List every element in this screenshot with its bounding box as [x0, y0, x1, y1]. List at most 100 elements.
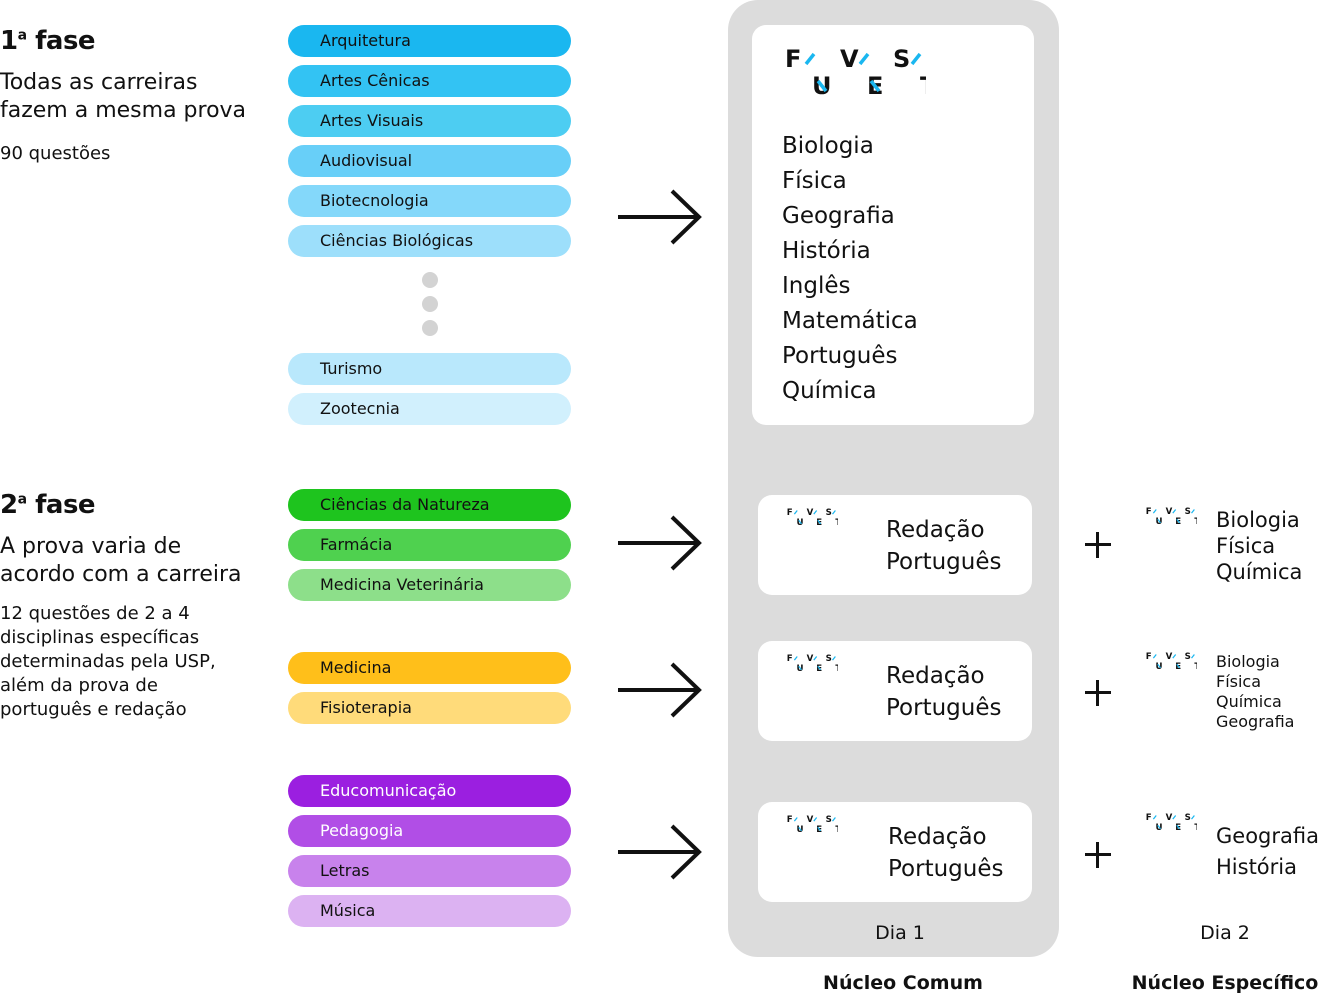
- day1-subjects: Redação Português: [888, 821, 1003, 885]
- career-pill: Ciências da Natureza: [288, 489, 571, 521]
- svg-text:S: S: [1185, 813, 1191, 823]
- subject-redacao: Redação: [886, 663, 985, 689]
- svg-text:F: F: [1146, 813, 1152, 823]
- fuvest-logo: FVSUET: [1137, 507, 1200, 529]
- day1-subjects: Redação Português: [886, 514, 1001, 578]
- subject-redacao: Redação: [886, 517, 985, 543]
- plus-icon: [1083, 840, 1113, 870]
- career-pill: Educomunicação: [288, 775, 571, 807]
- subject-item: Física: [1216, 534, 1276, 558]
- fuvest-logo: FVSUET: [761, 45, 937, 101]
- arrow-right-icon: [618, 189, 702, 245]
- svg-text:T: T: [1194, 823, 1196, 831]
- svg-text:T: T: [835, 825, 837, 833]
- fuvest-logo: FVSUET: [1137, 813, 1200, 835]
- svg-text:V: V: [807, 654, 814, 664]
- day2-subjects-natureza: Biologia Física Química: [1216, 507, 1302, 585]
- phase1-title: 1a fase: [0, 26, 96, 56]
- svg-text:F: F: [1146, 507, 1152, 517]
- subject-portugues: Português: [886, 549, 1002, 575]
- phase2-title: 2a fase: [0, 490, 96, 520]
- svg-text:T: T: [1194, 662, 1196, 670]
- fuvest-logo: FVSUET: [1137, 652, 1200, 674]
- career-pill: Pedagogia: [288, 815, 571, 847]
- subject-item: Biologia: [1216, 652, 1280, 671]
- arrow-right-icon: [618, 662, 702, 718]
- subject-item: Química: [782, 378, 877, 404]
- subject-item: Matemática: [782, 308, 918, 334]
- svg-text:T: T: [835, 518, 837, 526]
- svg-text:T: T: [835, 664, 837, 672]
- subject-item: Português: [782, 343, 898, 369]
- svg-text:F: F: [787, 815, 793, 825]
- subject-item: Geografia: [782, 203, 895, 229]
- svg-text:F: F: [787, 654, 793, 664]
- career-pill: Arquitetura: [288, 25, 571, 57]
- career-pill: Farmácia: [288, 529, 571, 561]
- svg-text:S: S: [826, 815, 832, 825]
- career-pill: Biotecnologia: [288, 185, 571, 217]
- dia1-label: Dia 1: [875, 922, 925, 944]
- fuvest-logo: FVSUET: [778, 508, 841, 530]
- career-pill: Turismo: [288, 353, 571, 385]
- plus-icon: [1083, 678, 1113, 708]
- day1-subjects: Redação Português: [886, 660, 1001, 724]
- svg-text:V: V: [1166, 507, 1173, 517]
- fuvest-logo: FVSUET: [778, 654, 841, 676]
- phase1-subject-list: Biologia Física Geografia História Inglês Mat…: [782, 129, 918, 409]
- svg-text:V: V: [807, 815, 814, 825]
- career-pill: Música: [288, 895, 571, 927]
- career-pill: Artes Visuais: [288, 105, 571, 137]
- subject-item: Inglês: [782, 273, 851, 299]
- arrow-right-icon: [618, 824, 702, 880]
- phase1-question-count: 90 questões: [0, 143, 111, 164]
- nucleo-especifico-label: Núcleo Específico: [1131, 972, 1319, 994]
- day2-subjects-medicina: Biologia Física Química Geografia: [1216, 652, 1294, 732]
- phase2-note: 12 questões de 2 a 4 disciplinas específ…: [0, 603, 216, 720]
- svg-text:T: T: [920, 72, 926, 97]
- phase2-description: A prova varia de acordo com a carreira: [0, 534, 242, 587]
- career-pill: Fisioterapia: [288, 692, 571, 724]
- svg-text:V: V: [807, 508, 814, 518]
- svg-text:F: F: [787, 508, 793, 518]
- svg-text:S: S: [893, 47, 910, 73]
- subject-portugues: Português: [888, 856, 1004, 882]
- subject-item: Geografia: [1216, 712, 1295, 731]
- ellipsis-dot: [422, 320, 438, 336]
- ellipsis-dot: [422, 296, 438, 312]
- day1-card-natureza: FVSUET Redação Português: [758, 495, 1032, 595]
- phase1-description: Todas as carreiras fazem a mesma prova: [0, 70, 247, 123]
- career-pill: Medicina: [288, 652, 571, 684]
- subject-item: História: [1216, 855, 1297, 879]
- svg-text:V: V: [1166, 652, 1173, 662]
- subject-item: Química: [1216, 692, 1282, 711]
- svg-text:V: V: [1166, 813, 1173, 823]
- svg-text:F: F: [785, 47, 801, 73]
- phase1-exam-card: FVSUET BiologiaFísicaGeografiaHistóriaIn…: [752, 25, 1034, 425]
- day1-card-humanas: FVSUET Redação Português: [758, 802, 1032, 902]
- subject-item: Física: [782, 168, 847, 194]
- svg-text:T: T: [1194, 517, 1196, 525]
- svg-text:S: S: [826, 508, 832, 518]
- subject-item: Biologia: [1216, 508, 1300, 532]
- career-pill: Audiovisual: [288, 145, 571, 177]
- day2-subjects-humanas: Geografia História: [1216, 821, 1319, 883]
- subject-redacao: Redação: [888, 824, 987, 850]
- svg-text:V: V: [840, 47, 859, 73]
- subject-item: Física: [1216, 672, 1262, 691]
- plus-icon: [1083, 530, 1113, 560]
- day1-card-medicina: FVSUET Redação Português: [758, 641, 1032, 741]
- subject-item: Biologia: [782, 133, 874, 159]
- subject-item: História: [782, 238, 871, 264]
- svg-text:F: F: [1146, 652, 1152, 662]
- subject-portugues: Português: [886, 695, 1002, 721]
- career-pill: Artes Cênicas: [288, 65, 571, 97]
- fuvest-logo: FVSUET: [778, 815, 841, 837]
- career-pill: Letras: [288, 855, 571, 887]
- career-pill: Medicina Veterinária: [288, 569, 571, 601]
- arrow-right-icon: [618, 515, 702, 571]
- subject-item: Química: [1216, 560, 1303, 584]
- svg-text:S: S: [826, 654, 832, 664]
- svg-text:S: S: [1185, 652, 1191, 662]
- svg-text:S: S: [1185, 507, 1191, 517]
